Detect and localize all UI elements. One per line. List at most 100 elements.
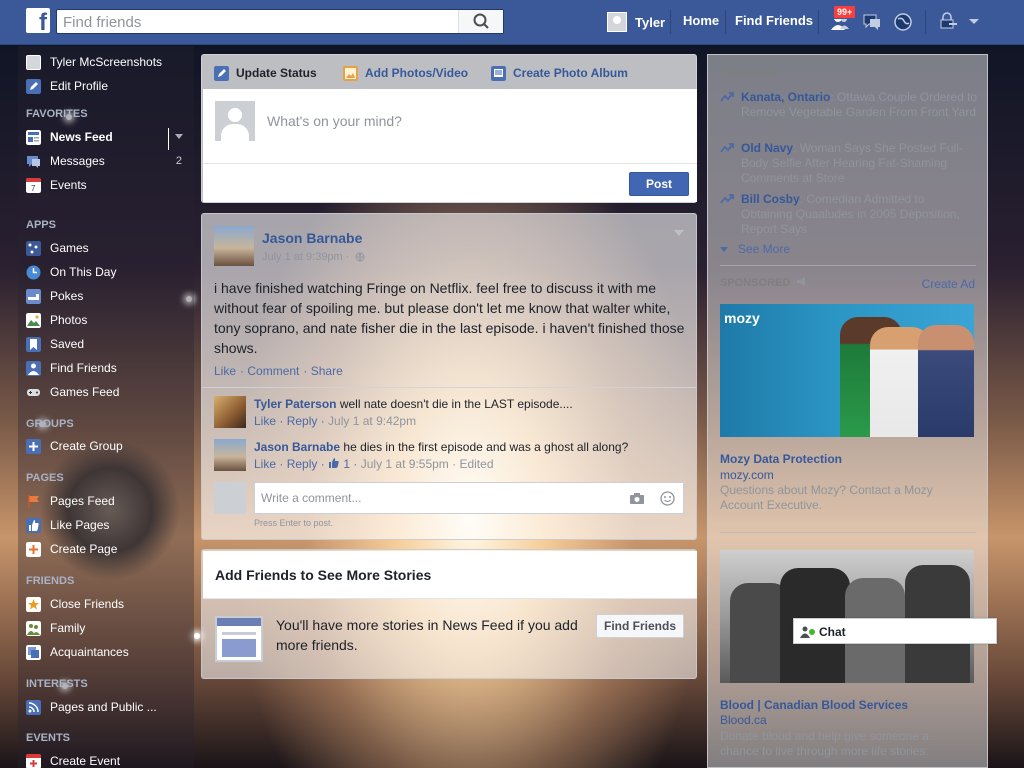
sidebar-item-acquaintances[interactable]: Acquaintances	[26, 642, 129, 662]
chat-bar[interactable]: Chat	[793, 618, 997, 644]
see-more-link[interactable]: See More	[720, 242, 790, 256]
trending-text: Old Navy: Woman Says She Posted Full-Bod…	[741, 141, 979, 186]
sidebar-item-pages-and-public-figures[interactable]: Pages and Public ...	[26, 697, 157, 717]
comment-timestamp[interactable]: July 1 at 9:55pm · Edited	[361, 457, 494, 471]
comment-input[interactable]	[261, 491, 601, 505]
sidebar-item-create-event[interactable]: Create Event	[26, 751, 120, 768]
sidebar-item-find-friends[interactable]: Find Friends	[26, 358, 117, 378]
card-header: Add Friends to See More Stories	[203, 551, 697, 599]
trending-item[interactable]: Old Navy: Woman Says She Posted Full-Bod…	[720, 141, 980, 186]
star-friends-icon	[26, 596, 41, 612]
comment-reply-link[interactable]: Reply	[287, 457, 318, 471]
acquaintances-icon	[26, 644, 41, 660]
chevron-down-icon[interactable]	[175, 134, 183, 139]
avatar[interactable]	[214, 226, 254, 266]
share-link[interactable]: Share	[311, 364, 343, 378]
ad-title[interactable]: Mozy Data Protection	[720, 452, 842, 466]
avatar[interactable]	[214, 439, 246, 471]
trending-item[interactable]: Kanata, Ontario: Ottawa Couple Ordered t…	[720, 90, 980, 135]
mozy-ad-image[interactable]: mozy	[720, 304, 974, 437]
composer-tabs: Update Status Add Photos/Video Create Ph…	[202, 55, 698, 89]
sidebar-item-label: Family	[50, 621, 86, 635]
sidebar-item-close-friends[interactable]: Close Friends	[26, 594, 124, 614]
tab-update-status[interactable]: Update Status	[214, 64, 317, 82]
tab-create-album[interactable]: Create Photo Album	[491, 64, 628, 82]
avatar[interactable]	[214, 396, 246, 428]
rss-icon	[26, 699, 41, 715]
sidebar-item-pages-feed[interactable]: Pages Feed	[26, 491, 115, 511]
trending-topic[interactable]: Bill Cosby	[741, 192, 800, 206]
account-menu-chevron-icon[interactable]	[968, 18, 980, 26]
sidebar-item-news-feed[interactable]: News Feed	[26, 127, 113, 147]
sidebar-item-label: Find Friends	[50, 361, 117, 375]
trending-topic[interactable]: Kanata, Ontario	[741, 90, 830, 104]
messages-button[interactable]	[861, 11, 883, 33]
sidebar-item-on-this-day[interactable]: On This Day	[26, 262, 116, 282]
sidebar-item-create-group[interactable]: Create Group	[26, 436, 123, 456]
chat-label: Chat	[819, 625, 846, 639]
comment-author[interactable]: Tyler Paterson	[254, 397, 336, 411]
search-input[interactable]	[63, 13, 458, 31]
privacy-shortcuts-button[interactable]	[938, 11, 960, 33]
find-friends-button[interactable]: Find Friends	[596, 614, 684, 638]
sidebar-item-edit-profile[interactable]: Edit Profile	[26, 76, 108, 96]
trending-item[interactable]: Bill Cosby: Comedian Admitted to Obtaini…	[720, 192, 980, 237]
sidebar-item-create-page[interactable]: Create Page	[26, 539, 117, 559]
profile-link[interactable]: Tyler	[607, 11, 665, 33]
sidebar-item-label: Pages Feed	[50, 494, 115, 508]
tab-label: Create Photo Album	[513, 66, 628, 80]
comment-like-count[interactable]: 1	[343, 457, 350, 471]
sidebar-item-saved[interactable]: Saved	[26, 334, 84, 354]
sidebar-item-events[interactable]: 7 Events	[26, 175, 87, 195]
create-ad-link[interactable]: Create Ad	[922, 277, 975, 291]
svg-text:7: 7	[31, 184, 36, 193]
facebook-logo[interactable]: f	[26, 8, 50, 35]
sparkle	[194, 633, 200, 639]
home-link[interactable]: Home	[683, 13, 719, 28]
sidebar-item-photos[interactable]: Photos	[26, 310, 87, 330]
sidebar-item-games[interactable]: Games	[26, 238, 89, 258]
like-link[interactable]: Like	[214, 364, 236, 378]
composer-body[interactable]: What's on your mind?	[203, 89, 697, 163]
comment-author[interactable]: Jason Barnabe	[254, 440, 340, 454]
megaphone-icon	[797, 277, 806, 286]
ad-title[interactable]: Blood | Canadian Blood Services	[720, 698, 908, 712]
ad-url[interactable]: mozy.com	[720, 468, 774, 482]
pencil-icon	[26, 78, 41, 94]
family-icon	[26, 620, 41, 636]
blood-services-ad-image[interactable]	[720, 550, 974, 683]
sidebar-item-label: On This Day	[50, 265, 117, 279]
sidebar-item-family[interactable]: Family	[26, 618, 85, 638]
sidebar-item-like-pages[interactable]: Like Pages	[26, 515, 109, 535]
sidebar-item-messages[interactable]: Messages 2	[26, 151, 186, 171]
story-author[interactable]: Jason Barnabe	[262, 230, 362, 246]
poke-hand-icon	[26, 288, 41, 304]
chevron-down-icon[interactable]	[674, 230, 684, 236]
ad-url[interactable]: Blood.ca	[720, 713, 767, 727]
comment-timestamp[interactable]: July 1 at 9:42pm	[328, 414, 416, 428]
trending-topic[interactable]: Old Navy	[741, 141, 793, 155]
sidebar-item-pokes[interactable]: Pokes	[26, 286, 83, 306]
search-button[interactable]	[458, 10, 503, 33]
story-timestamp[interactable]: July 1 at 9:39pm ·	[262, 251, 365, 263]
find-friends-link[interactable]: Find Friends	[735, 13, 813, 28]
sidebar-item-games-feed[interactable]: Games Feed	[26, 382, 119, 402]
thumbs-up-icon	[329, 458, 339, 468]
sidebar-item-profile[interactable]: Tyler McScreenshots	[26, 52, 162, 72]
trending-arrow-icon	[720, 194, 734, 204]
comment-like-link[interactable]: Like	[254, 414, 276, 428]
thumbs-up-icon	[26, 517, 41, 533]
emoji-icon[interactable]	[660, 491, 675, 506]
tab-add-photos[interactable]: Add Photos/Video	[343, 64, 468, 82]
calendar-plus-icon	[26, 753, 41, 768]
post-button[interactable]: Post	[629, 172, 689, 196]
status-input[interactable]: What's on your mind?	[267, 113, 402, 129]
comment-like-link[interactable]: Like	[254, 457, 276, 471]
camera-icon[interactable]	[629, 492, 645, 505]
avatar	[26, 54, 41, 70]
comment-reply-link[interactable]: Reply	[287, 414, 318, 428]
comment-link[interactable]: Comment	[247, 364, 299, 378]
notifications-button[interactable]	[892, 11, 914, 33]
comment-text: he dies in the first episode and was a g…	[343, 440, 629, 454]
sidebar-item-label: Games	[50, 241, 89, 255]
